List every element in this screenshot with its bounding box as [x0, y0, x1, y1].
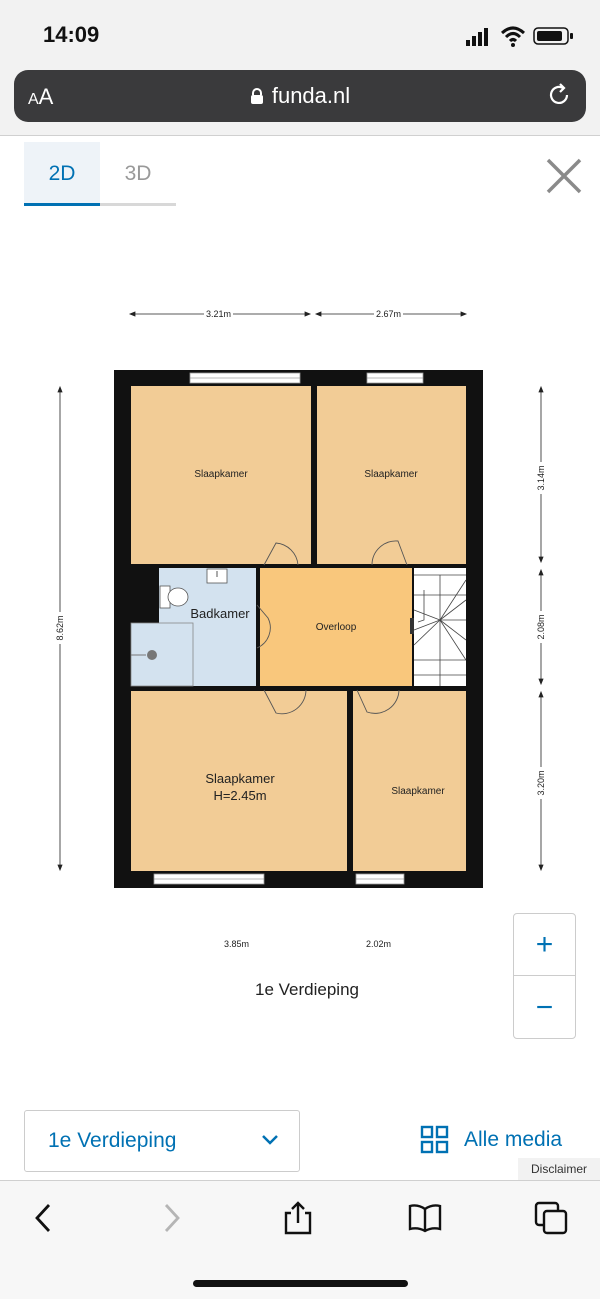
battery-icon: [533, 27, 573, 45]
dimension-top-left: 3.21m: [204, 309, 234, 319]
floor-plan[interactable]: Slaapkamer Slaapkamer Badkamer Overloop …: [0, 290, 600, 949]
url-bar[interactable]: AA funda.nl: [14, 70, 586, 122]
zoom-out-button[interactable]: −: [514, 977, 575, 1039]
wifi-icon: [500, 26, 526, 47]
bathroom-cabinet: [131, 568, 159, 623]
floor-title: 1e Verdieping: [255, 980, 359, 999]
browser-chrome: AA funda.nl: [0, 66, 600, 136]
back-icon[interactable]: [27, 1201, 61, 1235]
disclaimer-link[interactable]: Disclaimer: [518, 1158, 600, 1180]
room-label-landing: Overloop: [315, 622, 357, 633]
status-icons: [466, 26, 573, 47]
floor-select[interactable]: 1e Verdieping: [24, 1110, 300, 1172]
dimension-right-bottom: 3.20m: [536, 767, 546, 799]
url-display[interactable]: funda.nl: [14, 83, 586, 109]
all-media-label: Alle media: [464, 1128, 563, 1151]
tab-3d[interactable]: 3D: [100, 142, 176, 206]
share-icon[interactable]: [281, 1201, 315, 1235]
forward-icon[interactable]: [154, 1201, 188, 1235]
room-label-bedroom-bottom-left: Slaapkamer: [205, 771, 275, 786]
room-label-bedroom-top-right: Slaapkamer: [364, 469, 418, 480]
dimension-top-right: 2.67m: [374, 309, 404, 319]
grid-icon: [420, 1125, 449, 1154]
floor-select-value: 1e Verdieping: [48, 1129, 177, 1152]
room-label-bathroom: Badkamer: [190, 606, 250, 621]
room-label-bedroom-bottom-right: Slaapkamer: [391, 786, 445, 797]
status-time: 14:09: [43, 22, 100, 47]
tabs-icon[interactable]: [534, 1201, 568, 1235]
status-bar: 14:09: [0, 0, 600, 66]
lock-icon: [250, 88, 263, 104]
room-label-bedroom-height: H=2.45m: [213, 788, 267, 803]
home-indicator: [193, 1280, 408, 1287]
dimension-right-middle: 2.08m: [536, 611, 546, 643]
url-domain: funda.nl: [271, 83, 351, 108]
dimension-left-total: 8.62m: [55, 612, 65, 644]
bookmarks-icon[interactable]: [408, 1201, 442, 1235]
signal-icon: [466, 28, 488, 46]
zoom-in-button[interactable]: +: [514, 914, 575, 976]
floor-plan-drawing: [57, 311, 544, 888]
chevron-down-icon: [262, 1135, 278, 1145]
room-bedroom-bottom-right: [353, 691, 466, 871]
dimension-bottom-left: 3.85m: [222, 939, 252, 949]
tab-2d[interactable]: 2D: [24, 142, 100, 206]
shower-drain: [147, 650, 157, 660]
dimension-right-top: 3.14m: [536, 462, 546, 494]
zoom-control: + −: [513, 913, 576, 1039]
close-icon[interactable]: [542, 154, 586, 198]
room-label-bedroom-top-left: Slaapkamer: [194, 469, 248, 480]
reload-icon[interactable]: [546, 82, 572, 108]
dimension-bottom-right: 2.02m: [364, 939, 394, 949]
